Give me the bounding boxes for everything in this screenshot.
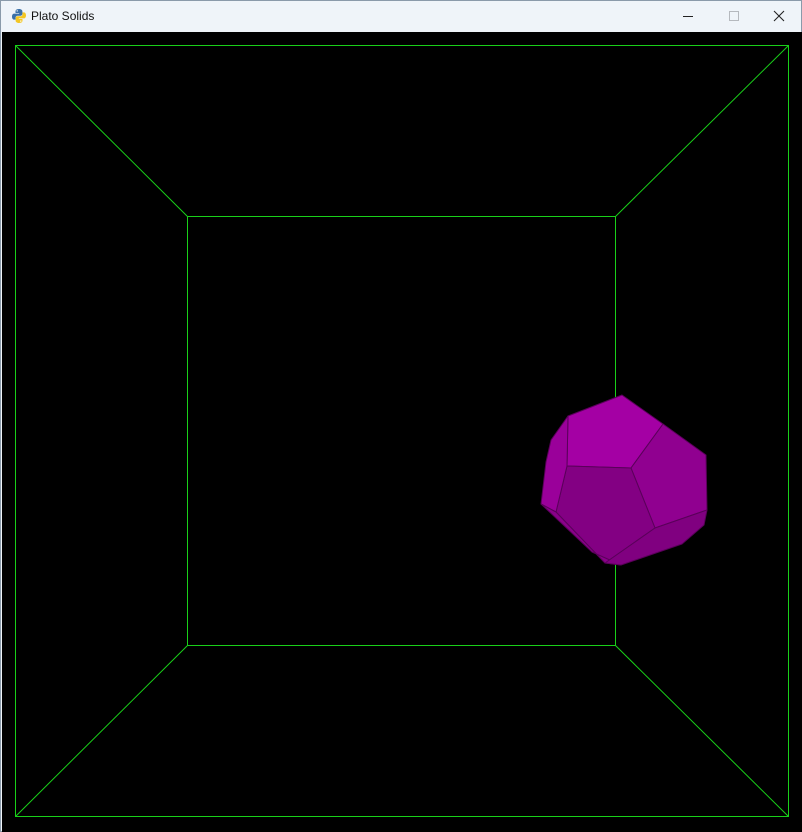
back-wall-frame [187,216,616,646]
title-bar[interactable]: Plato Solids [1,1,801,31]
maximize-button[interactable] [711,1,757,31]
minimize-button[interactable] [665,1,711,31]
game-canvas[interactable] [2,32,802,832]
edge-top-right [615,45,789,217]
close-button[interactable] [756,1,802,31]
close-icon [773,10,785,22]
dodecahedron [540,394,708,566]
maximize-icon [729,11,739,21]
minimize-icon [683,16,693,17]
app-window: Plato Solids [0,0,802,832]
edge-bottom-right [615,645,789,817]
python-snake-icon [12,9,26,23]
edge-bottom-left [15,645,188,817]
edge-top-left [15,45,188,217]
scene-svg [15,45,789,817]
window-title: Plato Solids [31,9,95,23]
